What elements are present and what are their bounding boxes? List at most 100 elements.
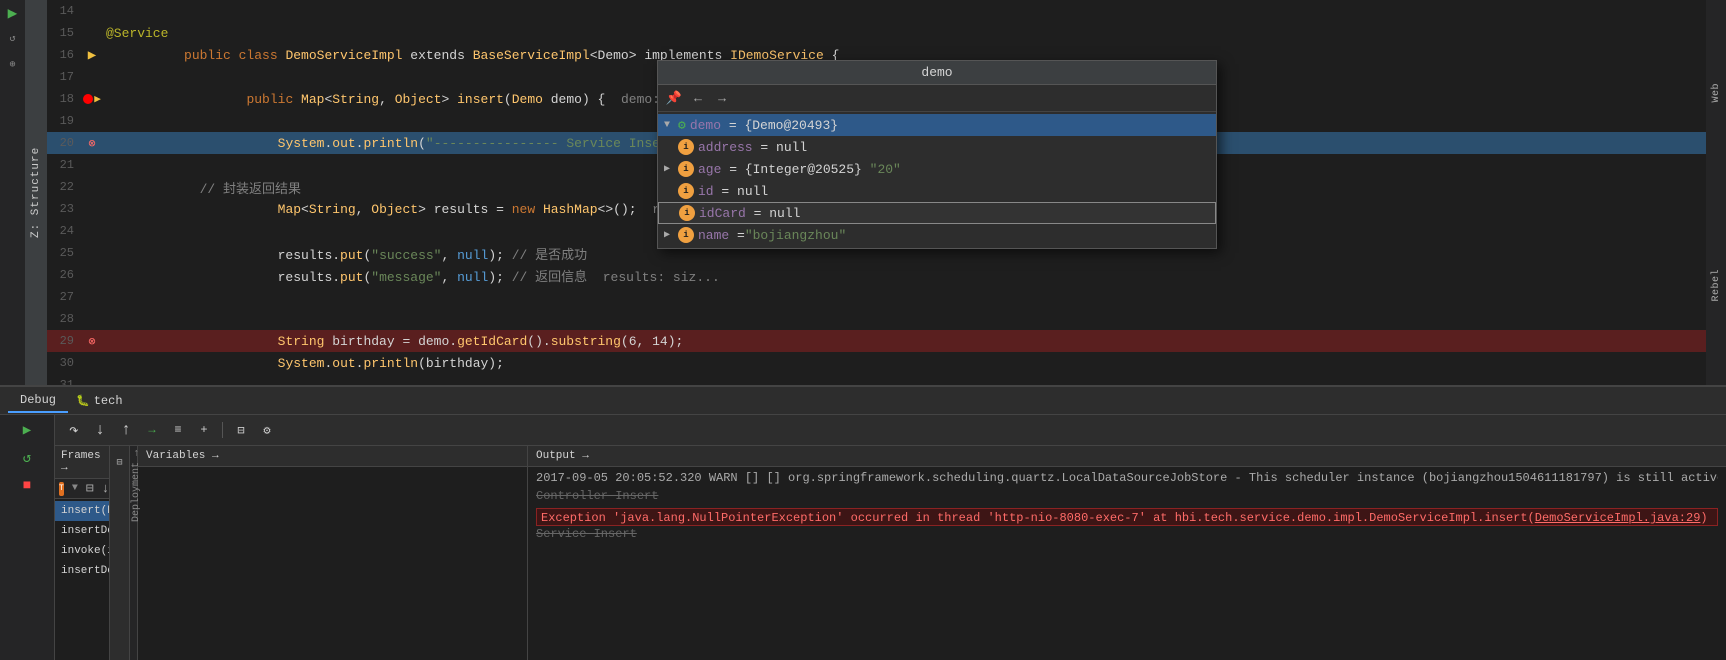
filter-btn[interactable]: ⊟ <box>86 481 94 496</box>
tab-debug[interactable]: Debug <box>8 389 68 413</box>
exception-link[interactable]: DemoServiceImpl.java:29 <box>1535 511 1701 525</box>
field-label-demo: demo <box>690 118 721 133</box>
field-icon-id: i <box>678 183 694 199</box>
frame-item-2[interactable]: invoke(int, Object, Object[])-1, DemoCon… <box>55 541 109 561</box>
line-number-20: 20 <box>47 136 82 150</box>
thread-selector[interactable]: T *http-nio-8080-exec-7*@17,470 in... ▼ … <box>55 479 109 499</box>
expand-arrow-age: ▶ <box>664 163 678 175</box>
frame-item-3[interactable]: insertDemo(Demo)-1, DemoController$$Enha… <box>55 561 109 581</box>
popup-forward-btn[interactable]: → <box>712 88 732 108</box>
reload-icon[interactable]: ↺ <box>4 30 22 48</box>
line-number-28: 28 <box>47 312 82 326</box>
deployment-label[interactable]: Deployment → <box>130 446 143 526</box>
line-number-15: 15 <box>47 26 82 40</box>
line-number-31: 31 <box>47 378 82 385</box>
thread-icon: T <box>59 482 64 496</box>
frame-label-0: insert(Demo):29, DemoServiceImpl (hbi.te… <box>61 505 109 517</box>
field-label-address: address <box>698 140 753 155</box>
code-line-14: 14 <box>47 0 1706 22</box>
debug-panels: Frames → T *http-nio-8080-exec-7*@17,470… <box>55 446 1726 660</box>
field-label-name: name <box>698 228 729 243</box>
step-over-btn[interactable]: ↷ <box>63 419 85 441</box>
variables-content <box>138 467 527 660</box>
frames-btn[interactable]: ⊟ <box>230 419 252 441</box>
popup-title: demo <box>658 61 1216 85</box>
evaluate-btn[interactable]: ≡ <box>167 419 189 441</box>
popup-item-name[interactable]: ▶ i name = "bojiangzhou" <box>658 224 1216 246</box>
frames-list: insert(Demo):29, DemoServiceImpl (hbi.te… <box>55 499 109 583</box>
add-icon[interactable]: ⊕ <box>4 56 22 74</box>
console-line-1: Controller Insert <box>536 489 1718 507</box>
line-number-22: 22 <box>47 180 82 194</box>
step-into-btn[interactable]: ↓ <box>89 419 111 441</box>
debug-arrow-16: ▶ <box>85 48 99 62</box>
watch-btn[interactable]: + <box>193 419 215 441</box>
breakpoint-18[interactable] <box>83 94 93 104</box>
code-line-31: 31 <box>47 374 1706 385</box>
line-number-24: 24 <box>47 224 82 238</box>
debug-main: ↷ ↓ ↑ → ≡ + ⊟ ⚙ Frames → T <box>55 415 1726 660</box>
frame-item-1[interactable]: insertDemo(Demo):27, DemoController (hbi… <box>55 521 109 541</box>
popup-pin-btn[interactable]: 📌 <box>664 88 684 108</box>
bug-icon: 🐛 <box>76 394 90 408</box>
line-number-17: 17 <box>47 70 82 84</box>
filter-icon[interactable]: ↓ <box>102 481 110 496</box>
popup-item-idcard[interactable]: i idCard = null <box>658 202 1216 224</box>
debug-content: ▶ ↺ ■ ↷ ↓ ↑ → ≡ + ⊟ ⚙ <box>0 415 1726 660</box>
debug-reload-btn[interactable]: ↺ <box>16 447 38 469</box>
debug-run-btn[interactable]: ▶ <box>16 419 38 441</box>
popup-item-demo[interactable]: ▼ ⚙ demo = {Demo@20493} <box>658 114 1216 136</box>
step-out-btn[interactable]: ↑ <box>115 419 137 441</box>
expand-arrow-address <box>664 142 678 153</box>
line-number-16: 16 <box>47 48 82 62</box>
thread-dropdown-arrow: ▼ <box>72 483 78 494</box>
console-line-3: Service Insert <box>536 527 1718 545</box>
gutter-18: ▶ <box>82 92 102 106</box>
line-number-18: 18 <box>47 92 82 106</box>
line-number-23: 23 <box>47 202 82 216</box>
output-label: Output → <box>536 450 589 462</box>
line-number-19: 19 <box>47 114 82 128</box>
output-tab[interactable]: Output → <box>528 446 1726 467</box>
run-cursor-btn[interactable]: → <box>141 419 163 441</box>
popup-item-address[interactable]: i address = null <box>658 136 1216 158</box>
left-debug-buttons: ▶ ↺ ■ <box>0 415 55 660</box>
variables-label: Variables → <box>146 450 219 462</box>
popup-back-btn[interactable]: ← <box>688 88 708 108</box>
debug-stop-btn[interactable]: ■ <box>16 475 38 497</box>
gutter-29: ⊗ <box>82 334 102 349</box>
field-icon-age: i <box>678 161 694 177</box>
demo-icon: ⚙ <box>678 118 686 133</box>
console-text-0: 2017-09-05 20:05:52.320 WARN [] [] org.s… <box>536 471 1718 485</box>
deployment-btn[interactable]: ⊟ <box>110 452 129 474</box>
left-sidebar: ▶ ↺ ⊕ <box>0 0 25 385</box>
console-line-2: Exception 'java.lang.NullPointerExceptio… <box>536 508 1718 526</box>
run-icon[interactable]: ▶ <box>4 4 22 22</box>
variables-tab[interactable]: Variables → <box>138 446 527 467</box>
field-label-idcard: idCard <box>699 206 746 221</box>
debug-popup: demo 📌 ← → ▼ ⚙ demo = {Demo@20493} i <box>657 60 1217 249</box>
error-icon-20: ⊗ <box>88 136 95 151</box>
gutter-20: ⊗ <box>82 136 102 151</box>
debug-toolbar: ↷ ↓ ↑ → ≡ + ⊟ ⚙ <box>55 415 1726 446</box>
deployment-panel: ⊟ <box>110 446 130 660</box>
line-number-21: 21 <box>47 158 82 172</box>
code-line-30: 30 System.out.println(birthday); <box>47 352 1706 374</box>
settings-btn[interactable]: ⚙ <box>256 419 278 441</box>
popup-item-age[interactable]: ▶ i age = {Integer@20525} "20" <box>658 158 1216 180</box>
frames-label: Frames → <box>61 450 103 474</box>
field-label-age: age <box>698 162 721 177</box>
web-label[interactable]: Web <box>1711 83 1722 103</box>
popup-toolbar: 📌 ← → <box>658 85 1216 112</box>
field-val-id: = null <box>714 184 769 199</box>
frames-tab[interactable]: Frames → <box>55 446 109 479</box>
arrow-18: ▶ <box>94 92 101 106</box>
frame-label-2: invoke(int, Object, Object[])-1, DemoCon… <box>61 545 109 557</box>
frame-item-0[interactable]: insert(Demo):29, DemoServiceImpl (hbi.te… <box>55 501 109 521</box>
field-icon-address: i <box>678 139 694 155</box>
main-editor-area: ▶ ↺ ⊕ Z: Structure 14 15 @Service 16 <box>0 0 1726 385</box>
field-val-age: = {Integer@20525} <box>721 162 861 177</box>
rebel-label[interactable]: Rebel <box>1711 269 1722 302</box>
tech-label: tech <box>94 394 123 408</box>
popup-item-id[interactable]: i id = null <box>658 180 1216 202</box>
